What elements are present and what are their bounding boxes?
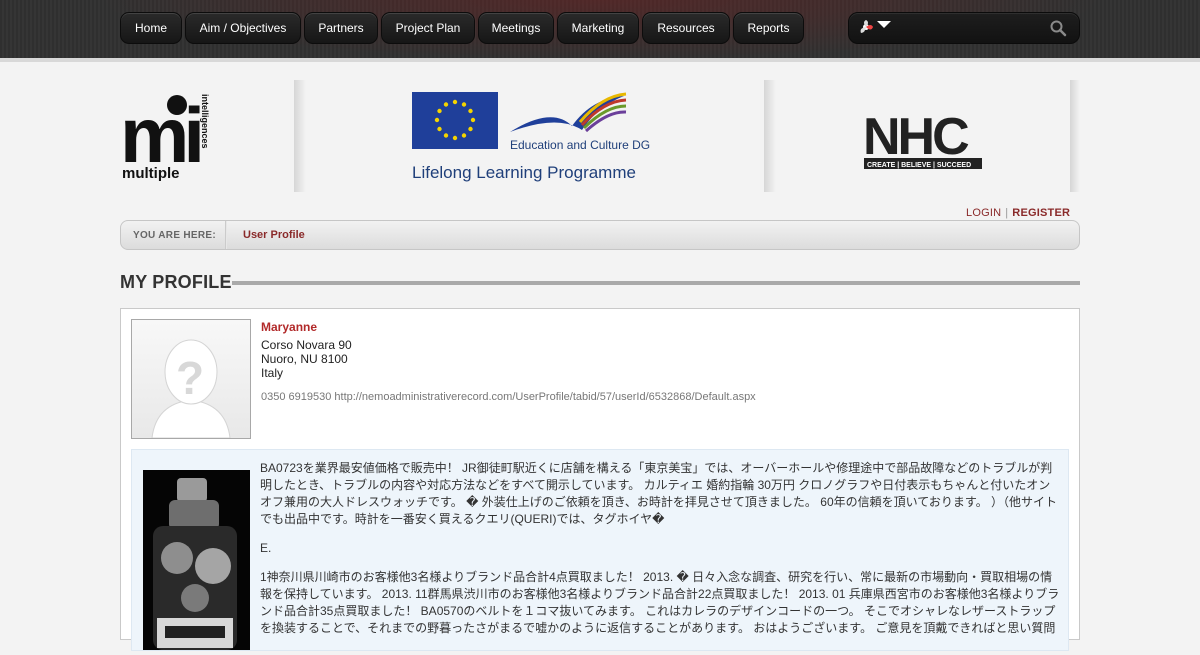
bio-text: BA0723を業界最安値価格で販売中！ JR御徒町駅近くに店舗を構える「東京美宝… — [260, 460, 1060, 649]
nav-item-resources[interactable]: Resources — [642, 12, 730, 44]
multiple-intelligences-logo[interactable]: mi multiple intelligences — [120, 90, 220, 185]
search-icon[interactable] — [1049, 19, 1067, 37]
nav-item-project-plan[interactable]: Project Plan — [381, 12, 475, 44]
bio-image — [143, 470, 250, 650]
page-title: MY PROFILE — [120, 272, 232, 292]
profile-address-line2: Nuoro, NU 8100 — [261, 352, 348, 366]
breadcrumb-label: YOU ARE HERE: — [133, 230, 216, 241]
svg-text:Education and Culture DG: Education and Culture DG — [510, 138, 650, 152]
bio-paragraph: BA0723を業界最安値価格で販売中！ JR御徒町駅近くに店舗を構える「東京美宝… — [260, 461, 1058, 526]
profile-name[interactable]: Maryanne — [261, 320, 317, 334]
banner-divider — [764, 80, 776, 192]
nav-item-aim-objectives[interactable]: Aim / Objectives — [185, 12, 301, 44]
breadcrumb-current[interactable]: User Profile — [243, 229, 305, 241]
profile-contact: 0350 6919530 http://nemoadministrativere… — [261, 391, 756, 403]
svg-text:Lifelong Learning Programme: Lifelong Learning Programme — [412, 163, 636, 182]
svg-text:?: ? — [176, 352, 204, 404]
nav-item-marketing[interactable]: Marketing — [557, 12, 639, 44]
svg-text:multiple: multiple — [122, 165, 180, 182]
chevron-down-icon[interactable] — [877, 21, 891, 28]
nav-item-meetings[interactable]: Meetings — [478, 12, 554, 44]
avatar: ? — [131, 319, 251, 439]
nav-item-partners[interactable]: Partners — [304, 12, 378, 44]
register-link[interactable]: REGISTER — [1012, 207, 1070, 219]
svg-text:NHC: NHC — [863, 110, 969, 166]
auth-separator: | — [1005, 207, 1009, 219]
profile-country: Italy — [261, 366, 284, 380]
bio-paragraph: 1神奈川県川崎市のお客様他3名様よりブランド品合計4点買取ました！ 2013. … — [260, 570, 1060, 635]
login-link[interactable]: LOGIN — [966, 207, 1001, 219]
nav-item-home[interactable]: Home — [120, 12, 182, 44]
search-input[interactable] — [893, 17, 1047, 39]
default-avatar-icon: ? — [151, 339, 231, 439]
nav-item-reports[interactable]: Reports — [733, 12, 804, 44]
banner-divider — [294, 80, 306, 192]
auth-links: LOGIN | REGISTER — [966, 207, 1070, 219]
banner-divider — [1070, 80, 1080, 192]
profile-card: ? Maryanne Corso Novara 90 Nuoro, NU 810… — [120, 308, 1080, 651]
breadcrumb: YOU ARE HERE: User Profile — [120, 220, 1080, 250]
eu-lifelong-learning-logo[interactable]: Education and Culture DG Lifelong Learni… — [412, 92, 657, 187]
svg-text:intelligences: intelligences — [200, 94, 210, 149]
nhc-logo[interactable]: NHC CREATE | BELIEVE | SUCCEED — [863, 108, 983, 172]
profile-address-line1: Corso Novara 90 — [261, 338, 352, 352]
search-box — [848, 12, 1080, 44]
search-engine-icon[interactable] — [857, 18, 875, 36]
svg-text:CREATE | BELIEVE | SUCCEED: CREATE | BELIEVE | SUCCEED — [867, 162, 971, 169]
topbar-divider — [0, 58, 1200, 62]
profile-bio: BA0723を業界最安値価格で販売中！ JR御徒町駅近くに店舗を構える「東京美宝… — [131, 449, 1069, 651]
bio-paragraph: E. — [260, 541, 272, 555]
title-rule — [232, 281, 1080, 285]
breadcrumb-divider — [225, 221, 227, 249]
